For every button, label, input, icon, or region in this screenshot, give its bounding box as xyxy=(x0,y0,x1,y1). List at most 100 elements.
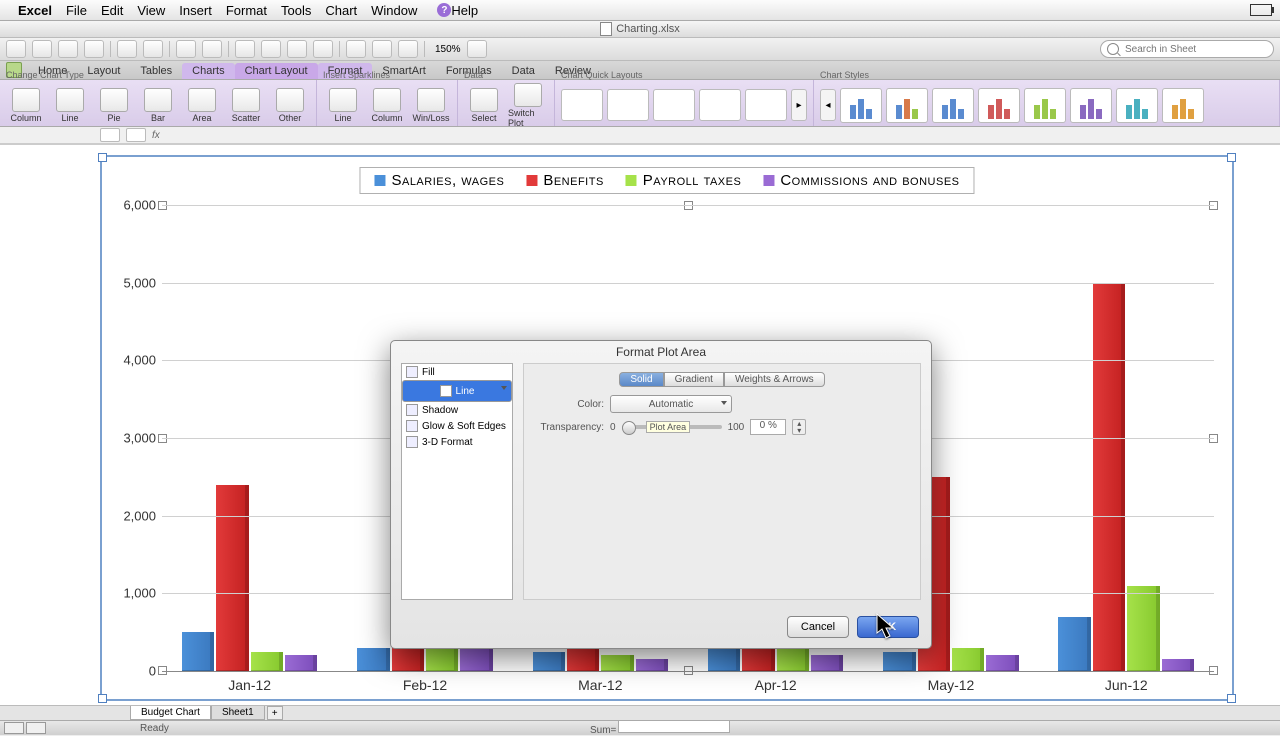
menu-file[interactable]: File xyxy=(66,3,87,18)
qat-showhide-icon[interactable] xyxy=(313,40,333,58)
qat-open-icon[interactable] xyxy=(32,40,52,58)
transparency-value[interactable]: 0 % xyxy=(750,419,786,435)
tab-gradient[interactable]: Gradient xyxy=(664,372,724,387)
chart-style-3[interactable] xyxy=(932,88,974,123)
quick-layout-3[interactable] xyxy=(653,89,695,121)
chart-style-7[interactable] xyxy=(1116,88,1158,123)
quick-layout-5[interactable] xyxy=(745,89,787,121)
menu-insert[interactable]: Insert xyxy=(179,3,212,18)
select-data-button[interactable]: Select xyxy=(464,88,504,123)
zoom-value[interactable]: 150% xyxy=(435,44,461,55)
menu-view[interactable]: View xyxy=(137,3,165,18)
qat-paint-icon[interactable] xyxy=(176,40,196,58)
menu-window[interactable]: Window xyxy=(371,3,417,18)
qat-toolbox-icon[interactable] xyxy=(372,40,392,58)
add-sheet-button[interactable]: + xyxy=(267,706,283,720)
tab-tables[interactable]: Tables xyxy=(130,63,182,79)
search-box[interactable] xyxy=(1100,40,1274,58)
tab-weights-arrows[interactable]: Weights & Arrows xyxy=(724,372,825,387)
tab-data[interactable]: Data xyxy=(502,63,545,79)
bar[interactable] xyxy=(357,648,389,671)
bar[interactable] xyxy=(1058,617,1090,671)
bar[interactable] xyxy=(883,652,915,671)
app-name[interactable]: Excel xyxy=(18,3,52,18)
bar[interactable] xyxy=(426,648,458,671)
switch-plot-button[interactable]: Switch Plot xyxy=(508,83,548,128)
qat-filter-icon[interactable] xyxy=(287,40,307,58)
chart-other-button[interactable]: Other xyxy=(270,88,310,123)
category-fill[interactable]: Fill xyxy=(402,364,512,380)
qat-save-icon[interactable] xyxy=(58,40,78,58)
chart-scatter-button[interactable]: Scatter xyxy=(226,88,266,123)
qat-help-icon[interactable] xyxy=(467,40,487,58)
quick-layout-1[interactable] xyxy=(561,89,603,121)
qat-new-icon[interactable] xyxy=(6,40,26,58)
help-icon[interactable]: ? xyxy=(437,3,451,17)
chart-style-4[interactable] xyxy=(978,88,1020,123)
category-glow[interactable]: Glow & Soft Edges xyxy=(402,418,512,434)
sparkline-column-button[interactable]: Column xyxy=(367,88,407,123)
tab-chart-layout[interactable]: Chart Layout xyxy=(235,63,318,79)
menu-help[interactable]: Help xyxy=(451,3,478,18)
accept-entry-icon[interactable] xyxy=(126,128,146,142)
chart-style-8[interactable] xyxy=(1162,88,1204,123)
slider-knob[interactable] xyxy=(622,421,636,435)
bar[interactable] xyxy=(1127,586,1159,671)
qat-clear-icon[interactable] xyxy=(202,40,222,58)
tab-layout[interactable]: Layout xyxy=(77,63,130,79)
qat-media-icon[interactable] xyxy=(398,40,418,58)
search-input[interactable] xyxy=(1123,43,1257,56)
chart-area-button[interactable]: Area xyxy=(182,88,222,123)
color-select[interactable]: Automatic xyxy=(610,395,732,413)
menu-chart[interactable]: Chart xyxy=(325,3,357,18)
chart-style-6[interactable] xyxy=(1070,88,1112,123)
bar[interactable] xyxy=(601,655,633,671)
sum-dropdown[interactable] xyxy=(618,720,730,733)
chart-style-1[interactable] xyxy=(840,88,882,123)
chart-bar-button[interactable]: Bar xyxy=(138,88,178,123)
qat-redo-icon[interactable] xyxy=(143,40,163,58)
menu-format[interactable]: Format xyxy=(226,3,267,18)
menu-edit[interactable]: Edit xyxy=(101,3,123,18)
sparkline-line-button[interactable]: Line xyxy=(323,88,363,123)
bar[interactable] xyxy=(952,648,984,671)
fx-label[interactable]: fx xyxy=(152,130,160,141)
qat-undo-icon[interactable] xyxy=(117,40,137,58)
resize-handle[interactable] xyxy=(98,694,107,703)
view-normal-icon[interactable] xyxy=(4,722,24,734)
ok-button[interactable]: OK xyxy=(857,616,919,638)
chart-pie-button[interactable]: Pie xyxy=(94,88,134,123)
sparkline-winloss-button[interactable]: Win/Loss xyxy=(411,88,451,123)
chart-style-5[interactable] xyxy=(1024,88,1066,123)
bar[interactable] xyxy=(285,655,317,671)
stepper[interactable]: ▴▾ xyxy=(792,419,806,435)
bar[interactable] xyxy=(1162,659,1194,671)
cancel-entry-icon[interactable] xyxy=(100,128,120,142)
chart-style-2[interactable] xyxy=(886,88,928,123)
bar[interactable] xyxy=(811,655,843,671)
tab-budget-chart[interactable]: Budget Chart xyxy=(130,706,211,720)
menu-tools[interactable]: Tools xyxy=(281,3,311,18)
bar[interactable] xyxy=(533,652,565,671)
resize-handle[interactable] xyxy=(98,153,107,162)
bar[interactable] xyxy=(1093,283,1125,671)
qat-sort-icon[interactable] xyxy=(261,40,281,58)
tab-charts[interactable]: Charts xyxy=(182,63,234,79)
tab-sheet1[interactable]: Sheet1 xyxy=(211,706,265,720)
qat-print-icon[interactable] xyxy=(84,40,104,58)
styles-prev[interactable]: ◂ xyxy=(820,89,836,121)
resize-handle[interactable] xyxy=(1227,153,1236,162)
category-shadow[interactable]: Shadow xyxy=(402,402,512,418)
chart-legend[interactable]: Salaries, wages Benefits Payroll taxes C… xyxy=(359,167,974,194)
qat-sum-icon[interactable] xyxy=(235,40,255,58)
tab-solid[interactable]: Solid xyxy=(619,372,663,387)
bar[interactable] xyxy=(636,659,668,671)
bar[interactable] xyxy=(216,485,248,671)
category-line[interactable]: Line xyxy=(402,380,512,402)
chart-line-button[interactable]: Line xyxy=(50,88,90,123)
quick-layout-4[interactable] xyxy=(699,89,741,121)
cancel-button[interactable]: Cancel xyxy=(787,616,849,638)
bar[interactable] xyxy=(251,652,283,671)
qat-gallery-icon[interactable] xyxy=(346,40,366,58)
chart-column-button[interactable]: Column xyxy=(6,88,46,123)
